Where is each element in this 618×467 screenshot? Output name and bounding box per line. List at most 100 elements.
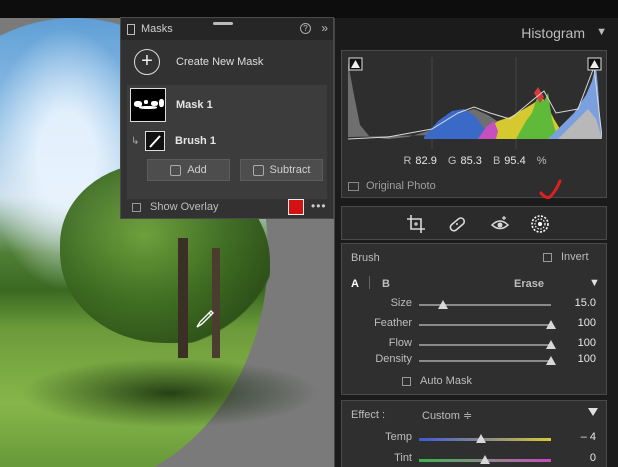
slider-thumb[interactable]	[476, 434, 487, 443]
rgb-readout: R 82.9 G 85.3 B 95.4 %	[342, 155, 608, 167]
panel-window-icon	[127, 23, 135, 35]
mask-1-label: Mask 1	[176, 99, 213, 111]
flow-slider[interactable]	[419, 340, 556, 349]
tint-slider[interactable]	[419, 455, 551, 464]
slider-thumb[interactable]	[480, 455, 490, 464]
crop-icon[interactable]	[406, 214, 426, 234]
b-value: 95.4	[504, 155, 526, 167]
tree-trunk	[212, 248, 220, 358]
invert-checkbox[interactable]	[543, 253, 552, 262]
subtract-button-label: Subtract	[269, 164, 311, 176]
histogram-title: Histogram	[521, 25, 585, 41]
density-slider[interactable]	[419, 356, 556, 365]
histogram-header[interactable]: Histogram ▼	[335, 18, 618, 48]
add-button-label: Add	[187, 164, 207, 176]
mask-1-item[interactable]: Mask 1	[127, 85, 327, 125]
overlay-color-swatch[interactable]	[288, 199, 304, 215]
brush-title: Brush	[351, 252, 380, 264]
masks-panel: Masks ? » + Create New Mask Mask 1 ↳ Bru…	[120, 17, 334, 219]
g-label: G	[447, 155, 457, 167]
mask-1-group: Mask 1 ↳ Brush 1 Add Subtract	[127, 85, 327, 199]
show-overlay-checkbox[interactable]	[132, 202, 141, 212]
tint-slider-row: Tint 0	[342, 452, 608, 467]
masking-icon[interactable]	[530, 214, 550, 234]
effect-panel: Effect : Custom ≑ Temp – 4 Tint 0	[341, 400, 607, 467]
masks-panel-title: Masks	[141, 23, 173, 35]
temp-value[interactable]: – 4	[581, 431, 596, 443]
plus-icon: +	[134, 49, 160, 75]
size-value[interactable]: 15.0	[575, 297, 596, 309]
brush-cursor-icon	[196, 310, 214, 328]
brush-tab-b[interactable]: B	[382, 278, 390, 290]
tint-label: Tint	[394, 452, 412, 464]
r-label: R	[403, 155, 412, 167]
flow-slider-row: Flow 100	[342, 337, 608, 353]
help-icon[interactable]: ?	[300, 23, 311, 34]
percent-unit: %	[536, 155, 547, 167]
size-label: Size	[390, 297, 412, 309]
tab-divider	[369, 276, 370, 289]
temp-slider[interactable]	[419, 434, 551, 443]
feather-label: Feather	[374, 317, 412, 329]
healing-icon[interactable]	[447, 214, 467, 234]
subtract-mask-icon	[252, 164, 264, 176]
right-panel: Histogram ▼ R 82.9 G 85.3 B 95.4 % Origi…	[334, 18, 618, 467]
add-mask-icon	[170, 164, 182, 176]
original-photo-icon	[348, 181, 359, 191]
more-options-icon[interactable]: •••	[311, 199, 327, 213]
collapse-caret-icon[interactable]: ▼	[596, 26, 607, 38]
feather-slider-row: Feather 100	[342, 317, 608, 333]
tint-value[interactable]: 0	[590, 452, 596, 464]
masks-panel-header[interactable]: Masks ? »	[121, 18, 333, 40]
temp-slider-row: Temp – 4	[342, 431, 608, 447]
create-new-mask-label: Create New Mask	[176, 56, 264, 68]
add-button[interactable]: Add	[147, 159, 230, 181]
original-photo-label: Original Photo	[366, 180, 436, 192]
brush-tab-erase[interactable]: Erase	[514, 278, 544, 290]
subtract-button[interactable]: Subtract	[240, 159, 323, 181]
tree-trunk	[178, 238, 188, 358]
invert-label: Invert	[561, 251, 589, 263]
flow-value[interactable]: 100	[578, 337, 596, 349]
lawn-shadow	[20, 358, 320, 428]
expand-icon[interactable]: »	[321, 21, 328, 35]
create-new-mask-button[interactable]: + Create New Mask	[121, 45, 333, 79]
slider-thumb[interactable]	[437, 300, 448, 309]
brush-panel: Brush Invert A B Erase ▼ Size 15.0 Feath…	[341, 243, 607, 395]
brush-options-caret-icon[interactable]: ▼	[589, 277, 600, 289]
b-label: B	[492, 155, 501, 167]
flow-label: Flow	[388, 337, 412, 349]
g-value: 85.3	[460, 155, 482, 167]
effect-preset-dropdown[interactable]: Custom ≑	[422, 409, 472, 422]
auto-mask-label: Auto Mask	[420, 375, 472, 387]
annotation-checkmark	[539, 179, 562, 199]
show-overlay-label: Show Overlay	[150, 201, 219, 213]
histogram-box: R 82.9 G 85.3 B 95.4 % Original Photo	[341, 50, 607, 198]
brush-tab-a[interactable]: A	[351, 278, 359, 290]
tool-strip	[341, 206, 607, 240]
histogram-graph	[348, 57, 602, 149]
mask-thumbnail-icon	[130, 88, 166, 122]
brush-1-label: Brush 1	[175, 135, 216, 147]
r-value: 82.9	[415, 155, 437, 167]
feather-slider[interactable]	[419, 320, 556, 329]
slider-thumb[interactable]	[546, 356, 556, 365]
brush-1-item[interactable]: ↳ Brush 1	[127, 128, 327, 154]
original-photo-toggle[interactable]: Original Photo	[348, 180, 436, 192]
top-strip	[0, 0, 618, 18]
density-label: Density	[375, 353, 412, 365]
feather-value[interactable]: 100	[578, 317, 596, 329]
size-slider-row: Size 15.0	[342, 297, 608, 313]
slider-thumb[interactable]	[546, 340, 556, 349]
auto-mask-checkbox[interactable]	[402, 377, 411, 386]
density-value[interactable]: 100	[578, 353, 596, 365]
density-slider-row: Density 100	[342, 353, 608, 369]
show-overlay-row: Show Overlay •••	[121, 197, 333, 217]
slider-thumb[interactable]	[546, 320, 556, 329]
temp-label: Temp	[385, 431, 412, 443]
red-eye-icon[interactable]	[490, 214, 510, 234]
drag-grip-icon[interactable]	[213, 22, 233, 25]
effect-caret-icon[interactable]	[587, 406, 599, 418]
size-slider[interactable]	[419, 300, 551, 309]
effect-label: Effect :	[351, 409, 386, 421]
